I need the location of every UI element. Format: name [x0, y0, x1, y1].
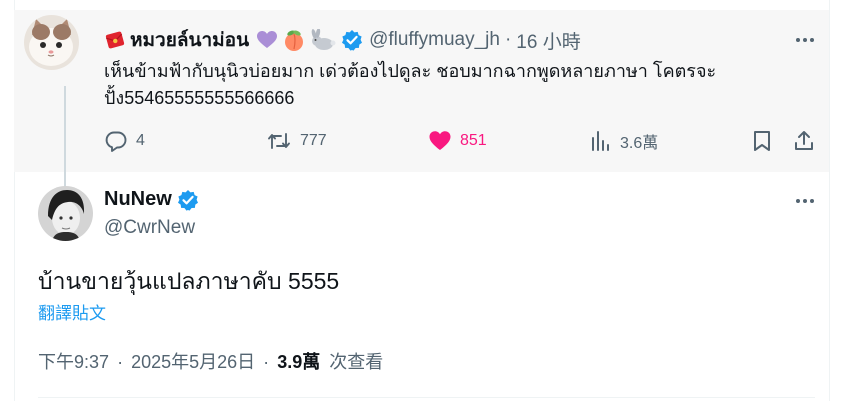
- parent-display-name[interactable]: หมวยล์นาม่อน: [130, 25, 249, 55]
- parent-header: หมวยล์นาม่อน @fluffymuay_jh · 16 小時: [104, 27, 581, 53]
- rabbit-icon: [310, 29, 336, 51]
- tweet-date[interactable]: 2025年5月26日: [131, 352, 255, 372]
- share-button[interactable]: [793, 128, 815, 154]
- main-display-name[interactable]: NuNew: [104, 188, 172, 211]
- peach-icon: [282, 29, 306, 51]
- bookmark-button[interactable]: [751, 128, 773, 154]
- main-name-row: NuNew: [104, 188, 205, 211]
- views-total: 3.9萬: [277, 352, 321, 372]
- reply-count: 4: [136, 132, 145, 149]
- main-avatar[interactable]: [38, 186, 93, 241]
- dot-separator: ·: [263, 352, 270, 372]
- dot-separator: ·: [117, 352, 124, 372]
- red-envelope-icon: [104, 30, 126, 50]
- divider: [38, 397, 815, 398]
- like-count: 851: [460, 132, 487, 149]
- main-tweet-text: บ้านขายวุ้นแปลภาษาคับ 5555: [38, 268, 340, 294]
- thread-line: [64, 86, 66, 190]
- parent-tweet-text: เห็นข้ามฟ้ากับนุนิวบ่อยมาก เด่วต้องไปดูล…: [104, 61, 717, 108]
- main-more-icon[interactable]: [793, 191, 817, 211]
- retweet-icon: [266, 129, 292, 153]
- parent-time[interactable]: 16 小時: [516, 27, 580, 54]
- reply-button[interactable]: 4: [104, 128, 145, 154]
- parent-handle[interactable]: @fluffymuay_jh: [369, 29, 500, 51]
- right-rule: [829, 0, 830, 401]
- bookmark-icon: [751, 129, 773, 153]
- parent-more-icon[interactable]: [793, 30, 817, 50]
- share-icon: [793, 129, 815, 153]
- verified-badge-icon: [341, 29, 363, 51]
- parent-avatar[interactable]: [24, 15, 79, 70]
- purple-heart-icon: [256, 30, 278, 50]
- retweet-count: 777: [300, 132, 327, 149]
- translate-post-link[interactable]: 翻譯貼文: [38, 299, 106, 324]
- verified-badge-icon: [177, 189, 199, 211]
- views-count: 3.6萬: [620, 135, 659, 152]
- tweet-meta: 下午9:37 · 2025年5月26日 · 3.9萬 次查看: [38, 348, 383, 374]
- analytics-icon: [590, 129, 612, 153]
- tweet-time[interactable]: 下午9:37: [38, 352, 109, 372]
- heart-icon: [428, 129, 452, 153]
- like-button[interactable]: 851: [428, 128, 487, 154]
- views-label: 次查看: [329, 352, 384, 372]
- dot-separator: ·: [504, 29, 512, 50]
- retweet-button[interactable]: 777: [266, 128, 327, 154]
- reply-icon: [104, 129, 128, 153]
- views-button[interactable]: 3.6萬: [590, 128, 658, 154]
- main-handle[interactable]: @CwrNew: [104, 217, 195, 239]
